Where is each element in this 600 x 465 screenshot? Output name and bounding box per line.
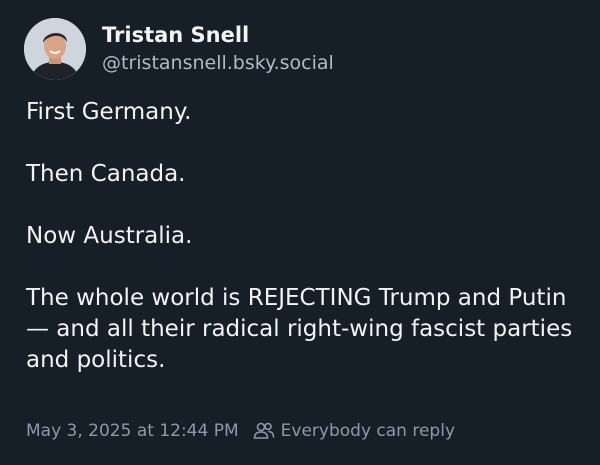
post-paragraph: First Germany.	[26, 99, 192, 125]
post-header: Tristan Snell @tristansnell.bsky.social	[24, 18, 334, 80]
avatar[interactable]	[24, 18, 86, 80]
people-icon	[253, 422, 275, 440]
author-display-name[interactable]: Tristan Snell	[102, 21, 334, 49]
post-text: First Germany. Then Canada. Now Australi…	[26, 97, 586, 376]
post-card: Tristan Snell @tristansnell.bsky.social …	[0, 0, 600, 465]
avatar-photo-icon	[24, 18, 86, 80]
post-footer: May 3, 2025 at 12:44 PM Everybody can re…	[26, 421, 455, 441]
post-paragraph: The whole world is REJECTING Trump and P…	[26, 285, 573, 373]
post-timestamp[interactable]: May 3, 2025 at 12:44 PM	[26, 421, 239, 441]
post-paragraph: Now Australia.	[26, 223, 193, 249]
author-handle[interactable]: @tristansnell.bsky.social	[102, 49, 334, 77]
post-paragraph: Then Canada.	[26, 161, 186, 187]
author-names: Tristan Snell @tristansnell.bsky.social	[102, 21, 334, 77]
reply-setting-label[interactable]: Everybody can reply	[281, 421, 455, 441]
